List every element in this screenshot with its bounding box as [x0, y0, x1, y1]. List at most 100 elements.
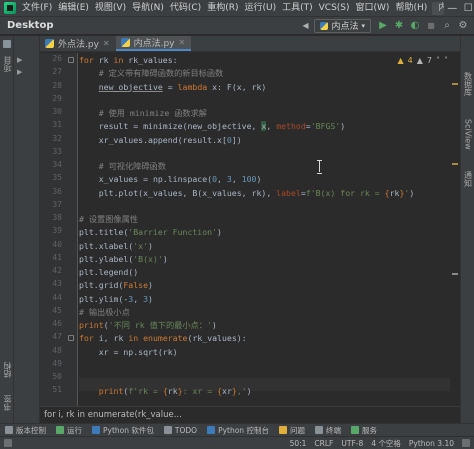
tool-python-packages[interactable]: Python 软件包 [87, 425, 159, 436]
database-tool-tab[interactable]: 数据库 [461, 66, 474, 102]
line-separator[interactable]: CRLF [314, 439, 333, 448]
line-number: 45 [52, 305, 62, 315]
code-line[interactable]: # 定义带有障碍函数的新目标函数 [79, 67, 223, 80]
code-line[interactable]: print('不同 rk 值下的最小点：') [79, 319, 217, 332]
debug-icon[interactable]: ✱ [392, 19, 406, 33]
bookmarks-tool-tab[interactable]: 书签 [0, 388, 14, 418]
search-icon[interactable]: ⌕ [440, 19, 454, 33]
warning-marker[interactable] [452, 83, 458, 85]
line-number: 46 [52, 319, 62, 328]
tool-problems[interactable]: 问题 [274, 425, 310, 436]
navigation-bar: Desktop ◀ 内点法 ▾ ▶ ✱ ◐ ■ ⌕ ⚙ [0, 17, 474, 35]
editor-breadcrumb[interactable]: for i, rk in enumerate(rk_value... [40, 406, 460, 423]
menu-view[interactable]: 视图(V) [92, 0, 129, 17]
services-icon [350, 426, 359, 434]
folder-icon [3, 40, 11, 48]
project-tool-tab[interactable]: 项目 [0, 50, 14, 78]
menu-vcs[interactable]: VCS(S) [316, 0, 353, 17]
code-line[interactable]: plt.ylabel('B(x)') [79, 253, 168, 266]
code-line[interactable]: # 可视化障碍函数 [79, 160, 166, 173]
menu-refactor[interactable]: 重构(R) [204, 0, 241, 17]
code-line[interactable]: new_objective = lambda x: F(x, rk) [79, 81, 267, 94]
menu-help[interactable]: 帮助(H) [392, 0, 430, 17]
code-line[interactable]: print(f'rk = {rk}: xr = {xr},') [79, 385, 252, 398]
tool-version-control[interactable]: 版本控制 [0, 425, 51, 436]
pycharm-logo-icon [4, 2, 16, 14]
menu-edit[interactable]: 编辑(E) [55, 0, 92, 17]
tab-inner-point-file[interactable]: 内点法.py ✕ [115, 36, 192, 51]
line-number: 43 [52, 279, 62, 289]
close-icon[interactable]: ✕ [179, 38, 186, 47]
tab-outer-point-file[interactable]: 外点法.py ✕ [40, 36, 116, 51]
python-file-icon [120, 38, 130, 47]
code-line[interactable]: # 使用 minimize 函数求解 [79, 107, 207, 120]
line-number: 44 [52, 292, 62, 302]
code-line[interactable]: xr = np.sqrt(rk) [79, 346, 178, 359]
code-line[interactable]: plt.ylim(-3, 3) [79, 293, 153, 306]
menu-run[interactable]: 运行(U) [241, 0, 279, 17]
fold-marker-icon[interactable] [68, 335, 74, 342]
code-line[interactable]: x_values = np.linspace(0, 3, 100) [79, 173, 262, 186]
line-number: 32 [52, 133, 62, 143]
code-editor[interactable]: for rk in rk_values: # 定义带有障碍函数的新目标函数 ne… [79, 53, 450, 406]
run-icon[interactable]: ▶ [376, 19, 390, 33]
menu-tools[interactable]: 工具(T) [279, 0, 316, 17]
project-breadcrumb[interactable]: Desktop [0, 20, 54, 31]
line-number: 31 [52, 120, 62, 130]
menu-file[interactable]: 文件(F) [19, 0, 55, 17]
close-icon[interactable]: ✕ [103, 39, 110, 48]
menu-navigate[interactable]: 导航(N) [129, 0, 167, 17]
maximize-button[interactable]: ☐ [460, 0, 474, 17]
layout-icon[interactable] [4, 439, 12, 447]
todo-icon [163, 426, 172, 434]
file-encoding[interactable]: UTF-8 [341, 439, 363, 448]
coverage-icon[interactable]: ◐ [408, 19, 422, 33]
bookmarks-tab-label: 书签 [2, 395, 12, 411]
code-line[interactable]: plt.legend() [79, 266, 138, 279]
code-line[interactable]: for rk in rk_values: [79, 54, 178, 67]
indent-setting[interactable]: 4 个空格 [371, 438, 401, 449]
run-config-selector[interactable]: 内点法 ▾ [314, 18, 371, 33]
inspection-widget[interactable]: ▲ 4 ▲ 7 ˄ ˅ [398, 56, 449, 65]
code-line[interactable]: for i, rk in enumerate(rk_values): [79, 332, 247, 345]
chevron-up-icon[interactable]: ˄ [436, 56, 440, 65]
caret-position[interactable]: 50:1 [290, 439, 307, 448]
fold-marker-icon[interactable] [68, 57, 74, 63]
line-number: 29 [52, 93, 62, 103]
code-line[interactable]: # 输出极小点 [79, 306, 130, 319]
chevron-down-icon[interactable]: ˅ [444, 56, 448, 65]
code-line[interactable]: plt.xlabel('x') [79, 240, 153, 253]
tool-run[interactable]: 运行 [51, 425, 87, 436]
line-number-gutter[interactable]: 26 27 28 29 30 31 32 33 34 35 36 37 38 39 40 41 42 43 44 45… [40, 53, 78, 406]
tool-terminal[interactable]: 终端 [310, 425, 346, 436]
tree-item[interactable]: ▶ [17, 54, 37, 65]
menu-code[interactable]: 代码(C) [167, 0, 204, 17]
weak-warning-count: 7 [426, 56, 432, 65]
code-line[interactable]: # 设置图像属性 [79, 213, 138, 226]
tool-todo[interactable]: TODO [159, 426, 202, 435]
code-line[interactable]: plt.grid(False) [79, 279, 153, 292]
python-interpreter[interactable]: Python 3.10 [409, 439, 454, 448]
structure-tool-tab[interactable]: 结构 [0, 356, 14, 384]
stop-icon[interactable]: ■ [424, 19, 438, 33]
build-icon[interactable]: ◀ [298, 19, 312, 33]
gear-icon[interactable]: ⚙ [456, 19, 470, 33]
warning-marker[interactable] [452, 163, 458, 165]
editor-scrollbar[interactable] [450, 53, 460, 406]
tool-python-console[interactable]: Python 控制台 [202, 425, 274, 436]
warning-marker[interactable] [452, 273, 458, 275]
editor-tab-bar: 外点法.py ✕ 内点法.py ✕ [40, 36, 460, 52]
sciview-tool-tab[interactable]: SciView [461, 114, 474, 154]
line-number: 50 [52, 372, 62, 381]
weak-warning-icon: ▲ [416, 56, 423, 65]
code-line[interactable]: xr_values.append(result.x[0]) [79, 134, 242, 147]
code-line[interactable]: plt.plot(x_values, B(x_values, rk), labe… [79, 187, 415, 200]
tree-item[interactable]: ▶ [17, 66, 37, 77]
code-line[interactable]: result = minimize(new_objective, x, meth… [79, 120, 345, 133]
minimize-button[interactable]: — [444, 0, 460, 17]
code-line[interactable]: plt.title('Barrier Function') [79, 226, 222, 239]
notifications-tool-tab[interactable]: 通知 [461, 166, 474, 192]
menu-window[interactable]: 窗口(W) [353, 0, 393, 17]
lock-icon[interactable] [462, 439, 470, 447]
tool-services[interactable]: 服务 [346, 425, 382, 436]
